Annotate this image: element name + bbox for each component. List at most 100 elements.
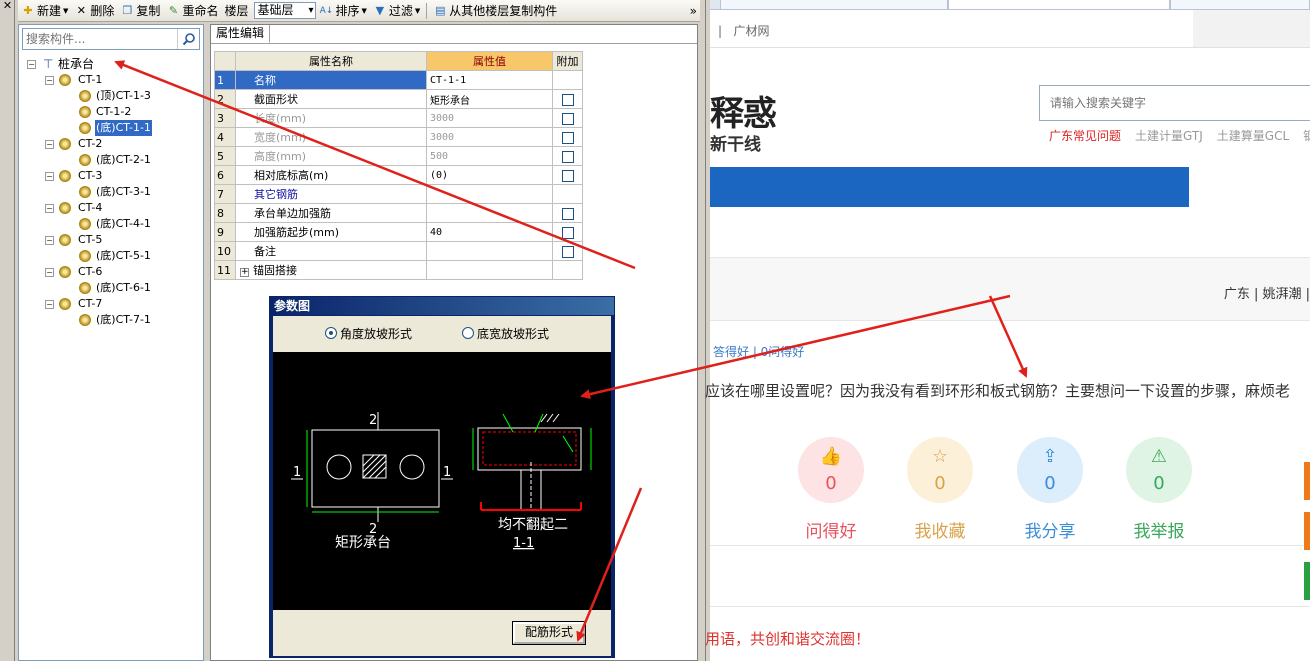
property-row[interactable]: 5 高度(mm) 500	[214, 146, 583, 166]
property-extra	[552, 108, 583, 128]
filter-button[interactable]: ▼ 过滤 ▼	[370, 1, 423, 21]
property-name-text: 名称	[254, 74, 276, 87]
property-row[interactable]: 9 加强筋起步(mm) 40	[214, 222, 583, 242]
leader-line	[562, 435, 574, 453]
toolbar-overflow-button[interactable]: »	[687, 1, 700, 21]
rebar-config-button[interactable]: 配筋形式	[512, 621, 586, 645]
rename-button[interactable]: ✎ 重命名	[163, 1, 221, 21]
side-float-button[interactable]	[1304, 562, 1310, 600]
tree-root[interactable]: − ⊤ 桩承台	[27, 56, 203, 72]
property-value[interactable]	[426, 260, 553, 280]
delete-button[interactable]: ✕ 删除	[71, 1, 117, 21]
section-view	[472, 413, 592, 511]
tree-group[interactable]: − CT-3	[27, 168, 203, 184]
property-value[interactable]: CT-1-1	[426, 70, 553, 90]
action-star[interactable]: ☆ 0 我收藏	[905, 437, 975, 542]
tree-item[interactable]: (底)CT-5-1	[27, 248, 203, 264]
property-row[interactable]: 4 宽度(mm) 3000	[214, 127, 583, 147]
radio-angle-slope[interactable]: 角度放坡形式	[325, 325, 412, 342]
site-link[interactable]: | 广材网	[718, 22, 770, 39]
copy-from-floor-button[interactable]: ▤ 从其他楼层复制构件	[430, 1, 560, 21]
tree-item[interactable]: (底)CT-7-1	[27, 312, 203, 328]
property-row[interactable]: 7 其它钢筋	[214, 184, 583, 204]
hot-link[interactable]: 广东常见问题	[1049, 129, 1121, 143]
hero-title: 释惑	[710, 94, 777, 134]
property-row[interactable]: 6 相对底标高(m) (0)	[214, 165, 583, 185]
collapse-icon[interactable]: −	[45, 76, 54, 85]
property-value[interactable]	[426, 241, 553, 261]
property-row[interactable]: 8 承台单边加强筋	[214, 203, 583, 223]
tree-item[interactable]: (底)CT-4-1	[27, 216, 203, 232]
action-warning[interactable]: ⚠ 0 我举报	[1124, 437, 1194, 542]
tree-item[interactable]: (顶)CT-1-3	[27, 88, 203, 104]
sort-button[interactable]: A↓ 排序 ▼	[316, 1, 369, 21]
tree-group[interactable]: − CT-5	[27, 232, 203, 248]
extra-checkbox[interactable]	[561, 93, 574, 106]
tree-item[interactable]: CT-1-2	[27, 104, 203, 120]
search-input[interactable]	[23, 29, 173, 49]
property-value[interactable]	[426, 184, 553, 204]
action-thumbs-up[interactable]: 👍 0 问得好	[796, 437, 866, 542]
tree-group[interactable]: − CT-4	[27, 200, 203, 216]
radio-selected-icon	[325, 327, 337, 339]
action-circle: 👍 0	[798, 437, 864, 503]
tree-group-label: CT-6	[78, 265, 103, 278]
property-name: 高度(mm)	[235, 146, 427, 166]
property-value[interactable]: 3000	[426, 108, 553, 128]
property-value[interactable]: (0)	[426, 165, 553, 185]
tree-group[interactable]: − CT-2	[27, 136, 203, 152]
tree-item[interactable]: (底)CT-6-1	[27, 280, 203, 296]
expand-icon[interactable]: +	[240, 268, 249, 277]
property-row[interactable]: 10 备注	[214, 241, 583, 261]
collapse-icon[interactable]: −	[45, 140, 54, 149]
hot-link[interactable]: 土建计量GTJ	[1135, 129, 1203, 143]
tree-item[interactable]: (底)CT-2-1	[27, 152, 203, 168]
property-row[interactable]: 1 名称 CT-1-1	[214, 70, 583, 90]
property-value[interactable]: 500	[426, 146, 553, 166]
collapse-icon[interactable]: −	[45, 268, 54, 277]
tree-group[interactable]: − CT-1	[27, 72, 203, 88]
tab-property-edit[interactable]: 属性编辑	[211, 25, 271, 43]
property-row[interactable]: 2 截面形状 矩形承台	[214, 89, 583, 109]
hot-link[interactable]: 钢	[1303, 129, 1310, 143]
tree-group[interactable]: − CT-7	[27, 296, 203, 312]
extra-checkbox[interactable]	[561, 112, 574, 125]
property-value[interactable]: 40	[426, 222, 553, 242]
collapse-icon[interactable]: −	[45, 300, 54, 309]
side-float-button[interactable]	[1304, 512, 1310, 550]
dialog-title[interactable]: 参数图	[270, 297, 614, 315]
new-button[interactable]: ✚ 新建 ▼	[18, 1, 71, 21]
site-search-input[interactable]	[1040, 86, 1300, 120]
copy-button[interactable]: ❐ 复制	[117, 1, 163, 21]
side-float-button[interactable]	[1304, 462, 1310, 500]
floor-select[interactable]: 基础层	[254, 2, 317, 19]
tree-group[interactable]: − CT-6	[27, 264, 203, 280]
user-line[interactable]: 广东 | 姚湃潮 |	[1224, 283, 1310, 302]
property-row[interactable]: 3 长度(mm) 3000	[214, 108, 583, 128]
collapse-icon[interactable]: −	[27, 60, 36, 69]
chevron-down-icon: ▼	[361, 6, 367, 15]
collapse-icon[interactable]: −	[45, 204, 54, 213]
search-button[interactable]	[177, 29, 199, 49]
browser-tab[interactable]	[948, 0, 1170, 10]
radio-width-slope[interactable]: 底宽放坡形式	[462, 325, 549, 342]
property-value[interactable]: 3000	[426, 127, 553, 147]
action-share[interactable]: ⇪ 0 我分享	[1015, 437, 1085, 542]
close-panel-icon[interactable]: ✕	[1, 0, 14, 13]
extra-checkbox[interactable]	[561, 226, 574, 239]
extra-checkbox[interactable]	[561, 245, 574, 258]
property-row[interactable]: 11 + 锚固搭接	[214, 260, 583, 280]
tree-item[interactable]: (底)CT-1-1	[27, 120, 203, 136]
collapse-icon[interactable]: −	[45, 236, 54, 245]
browser-tab[interactable]	[1170, 0, 1310, 10]
property-value[interactable]: 矩形承台	[426, 89, 553, 109]
extra-checkbox[interactable]	[561, 150, 574, 163]
browser-tab[interactable]	[720, 0, 948, 10]
extra-checkbox[interactable]	[561, 169, 574, 182]
property-value[interactable]	[426, 203, 553, 223]
tree-item[interactable]: (底)CT-3-1	[27, 184, 203, 200]
extra-checkbox[interactable]	[561, 207, 574, 220]
collapse-icon[interactable]: −	[45, 172, 54, 181]
extra-checkbox[interactable]	[561, 131, 574, 144]
hot-link[interactable]: 土建算量GCL	[1217, 129, 1289, 143]
